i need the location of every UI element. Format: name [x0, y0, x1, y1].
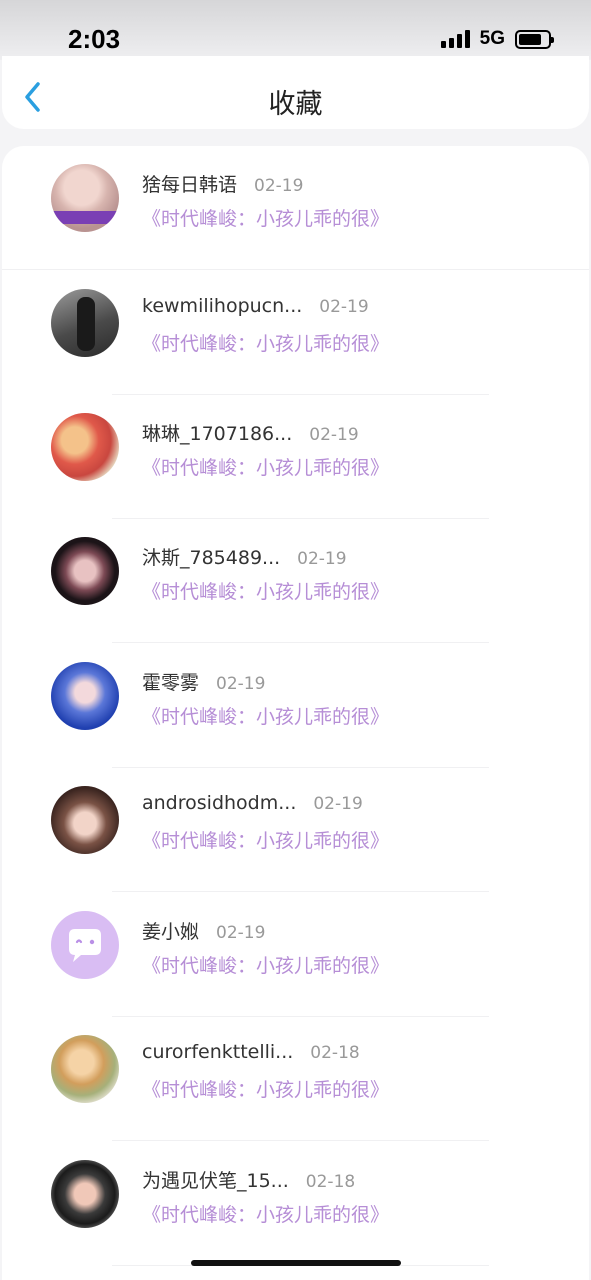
work-title: 《时代峰峻：小孩儿乖的很》: [142, 1204, 390, 1226]
favorite-date: 02-19: [297, 549, 347, 569]
status-time: 2:03: [68, 24, 121, 54]
avatar: [51, 1160, 119, 1228]
divider: [112, 642, 489, 643]
favorite-date: 02-18: [305, 1172, 356, 1192]
list-item[interactable]: kewmilihopucn... 02-19 《时代峰峻：小孩儿乖的很》: [2, 271, 589, 395]
work-title: 《时代峰峻：小孩儿乖的很》: [142, 1079, 390, 1101]
work-title: 《时代峰峻：小孩儿乖的很》: [142, 830, 390, 852]
list-item[interactable]: 猞每日韩语 02-19 《时代峰峻：小孩儿乖的很》: [2, 146, 589, 270]
avatar: [51, 786, 119, 854]
user-name: kewmilihopucn...: [142, 295, 303, 317]
user-name: 姜小娰: [142, 921, 200, 943]
signal-icon: [440, 30, 470, 48]
favorite-date: 02-19: [319, 297, 369, 317]
list-item[interactable]: 为遇见伏笔_15... 02-18 《时代峰峻：小孩儿乖的很》: [2, 1142, 589, 1266]
work-title: 《时代峰峻：小孩儿乖的很》: [142, 208, 390, 230]
avatar: [51, 662, 119, 730]
home-indicator[interactable]: [191, 1260, 401, 1266]
user-name: androsidhodm...: [142, 792, 297, 814]
avatar: [51, 413, 119, 481]
favorite-date: 02-19: [254, 176, 304, 196]
battery-icon: [515, 29, 554, 49]
user-name: curorfenkttelli...: [142, 1041, 294, 1063]
status-bar: 2:03 5G: [0, 0, 591, 60]
avatar: [51, 164, 119, 232]
avatar: [51, 1035, 119, 1103]
nav-bar: 收藏: [2, 56, 589, 129]
list-item[interactable]: curorfenkttelli... 02-18 《时代峰峻：小孩儿乖的很》: [2, 1017, 589, 1141]
work-title: 《时代峰峻：小孩儿乖的很》: [142, 955, 390, 977]
favorites-list: 猞每日韩语 02-19 《时代峰峻：小孩儿乖的很》 kewmilihopucn.…: [2, 146, 589, 1280]
avatar: [51, 289, 119, 357]
avatar: [51, 537, 119, 605]
chat-bubble-icon: [69, 929, 101, 962]
divider: [112, 1140, 489, 1141]
user-name: 为遇见伏笔_15...: [142, 1170, 289, 1192]
list-item[interactable]: 琳琳_1707186... 02-19 《时代峰峻：小孩儿乖的很》: [2, 395, 589, 519]
work-title: 《时代峰峻：小孩儿乖的很》: [142, 457, 390, 479]
favorite-date: 02-19: [313, 794, 363, 814]
list-item[interactable]: 沐斯_785489... 02-19 《时代峰峻：小孩儿乖的很》: [2, 519, 589, 643]
avatar: [51, 911, 119, 979]
work-title: 《时代峰峻：小孩儿乖的很》: [142, 706, 390, 728]
favorite-date: 02-19: [309, 425, 359, 445]
page-title: 收藏: [268, 89, 323, 120]
divider: [2, 269, 589, 270]
list-item[interactable]: 霍零雾 02-19 《时代峰峻：小孩儿乖的很》: [2, 644, 589, 768]
user-name: 琳琳_1707186...: [142, 423, 293, 445]
user-name: 沐斯_785489...: [142, 547, 281, 569]
status-indicators: 5G: [440, 28, 554, 50]
divider: [112, 891, 489, 892]
work-title: 《时代峰峻：小孩儿乖的很》: [142, 333, 390, 355]
network-type: 5G: [479, 28, 505, 49]
favorite-date: 02-19: [216, 923, 266, 943]
favorite-date: 02-18: [310, 1043, 360, 1063]
user-name: 猞每日韩语: [142, 174, 238, 196]
user-name: 霍零雾: [142, 672, 200, 694]
favorite-date: 02-19: [216, 674, 266, 694]
list-item[interactable]: 姜小娰 02-19 《时代峰峻：小孩儿乖的很》: [2, 893, 589, 1017]
list-item[interactable]: androsidhodm... 02-19 《时代峰峻：小孩儿乖的很》: [2, 768, 589, 892]
work-title: 《时代峰峻：小孩儿乖的很》: [142, 581, 390, 603]
